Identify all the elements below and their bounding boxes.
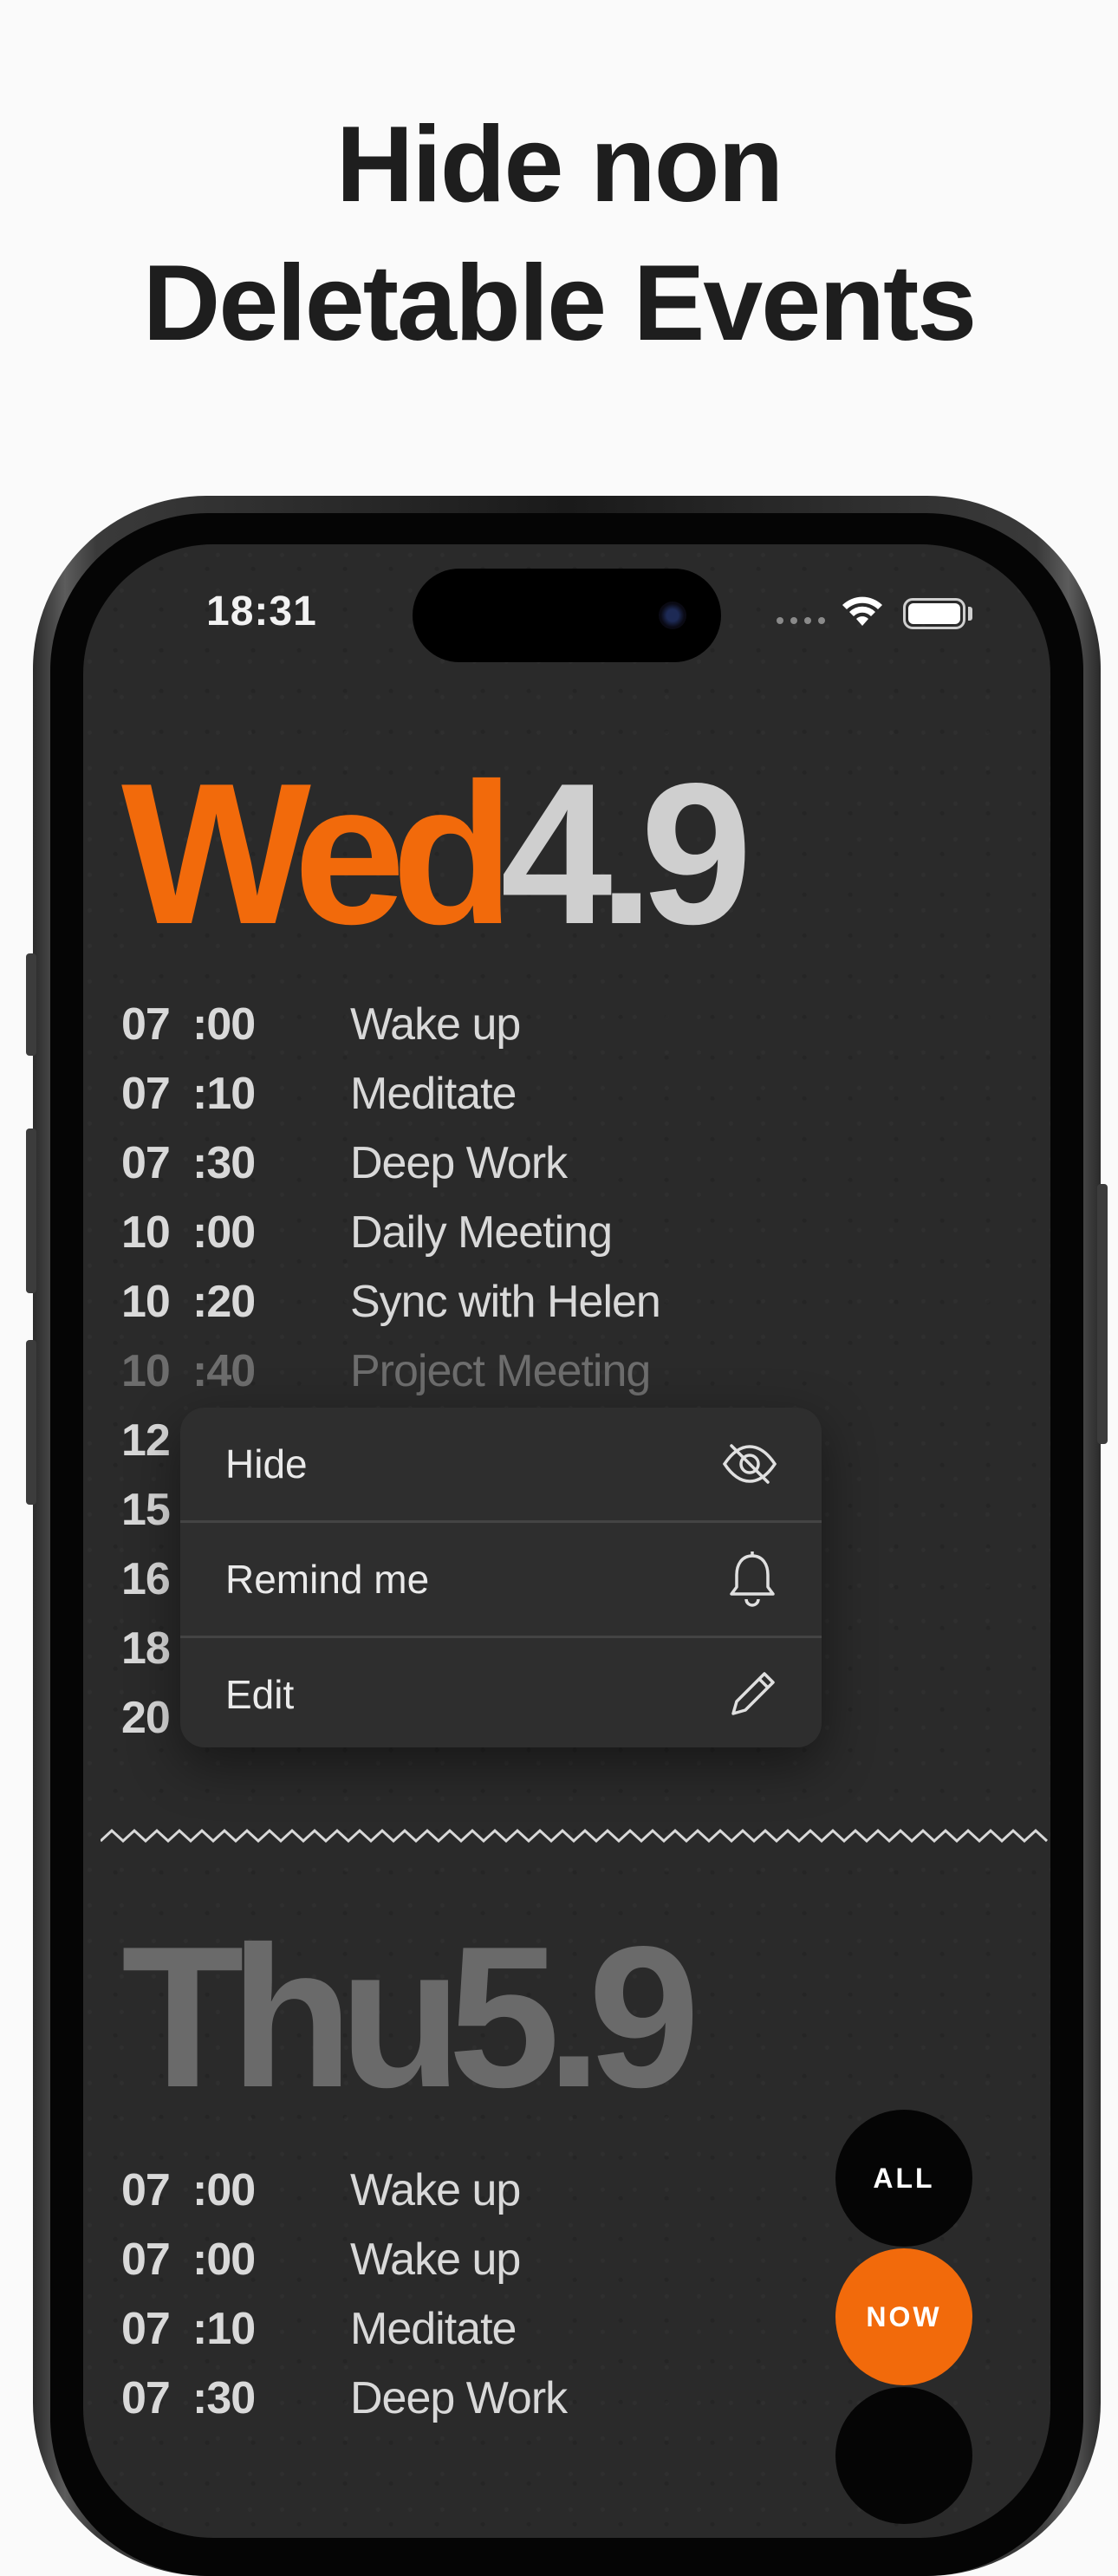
filter-all-button[interactable]: ALL	[835, 2110, 972, 2247]
event-minute: :00	[192, 2234, 256, 2285]
event-row[interactable]: 07 :00 Wake up	[121, 2234, 901, 2294]
extra-fab-button[interactable]	[835, 2387, 972, 2524]
event-minute: :30	[192, 1138, 256, 1188]
event-minute: :00	[192, 2165, 256, 2215]
day-separator-zigzag	[101, 1828, 1049, 1844]
bell-icon	[730, 1551, 775, 1607]
event-title: Project Meeting	[350, 1346, 651, 1396]
event-hour: 10	[121, 1277, 171, 1327]
action-button	[26, 953, 36, 1056]
event-hour: 07	[121, 2165, 171, 2215]
headline-line-2: Deletable Events	[142, 244, 977, 363]
jump-now-button[interactable]: NOW	[835, 2248, 972, 2385]
event-hour: 16	[121, 1554, 171, 1604]
event-context-menu: Hide Remind me Edit	[180, 1408, 822, 1747]
event-title: Wake up	[350, 2165, 521, 2215]
menu-item-label: Remind me	[225, 1557, 430, 1602]
menu-item-remind[interactable]: Remind me	[180, 1523, 822, 1636]
event-row[interactable]: 10 :40 Project Meeting	[121, 1345, 901, 1406]
event-row[interactable]: 07 :10 Meditate	[121, 1068, 901, 1129]
event-hour: 15	[121, 1485, 171, 1535]
signal-dots-icon	[777, 617, 825, 624]
day-name: Wed	[121, 742, 515, 966]
volume-down-button	[26, 1340, 36, 1505]
event-minute: :20	[192, 1277, 256, 1327]
event-row[interactable]: 10 :20 Sync with Helen	[121, 1276, 901, 1337]
event-title: Deep Work	[350, 2373, 568, 2423]
battery-tip	[968, 607, 972, 621]
event-hour: 18	[121, 1623, 171, 1674]
event-title: Meditate	[350, 1069, 517, 1119]
event-row[interactable]: 07 :30 Deep Work	[121, 1137, 901, 1198]
pencil-icon	[731, 1672, 775, 1715]
event-minute: :00	[192, 1207, 256, 1258]
event-title: Deep Work	[350, 1138, 568, 1188]
event-hour: 07	[121, 2304, 171, 2354]
event-title: Sync with Helen	[350, 1277, 661, 1327]
status-time: 18:31	[206, 589, 317, 634]
event-hour: 07	[121, 2373, 171, 2423]
event-hour: 10	[121, 1346, 171, 1396]
headline-line-1: Hide non	[335, 105, 783, 224]
menu-item-label: Edit	[225, 1672, 295, 1717]
event-hour: 07	[121, 2234, 171, 2285]
menu-item-edit[interactable]: Edit	[180, 1638, 822, 1747]
headline: Hide non Deletable Events	[0, 95, 1118, 373]
event-minute: :10	[192, 1069, 256, 1119]
day-header-thu[interactable]: Thu5.9	[121, 1917, 700, 2118]
wifi-icon	[842, 596, 882, 626]
event-row[interactable]: 07 :30 Deep Work	[121, 2372, 901, 2433]
event-title: Wake up	[350, 999, 521, 1050]
event-minute: :10	[192, 2304, 256, 2354]
event-row[interactable]: 07 :10 Meditate	[121, 2303, 901, 2364]
event-hour: 07	[121, 1138, 171, 1188]
event-minute: :00	[192, 999, 256, 1050]
battery-icon	[903, 598, 965, 629]
power-button	[1097, 1184, 1108, 1444]
day-date: 5.9	[448, 1905, 699, 2130]
event-title: Meditate	[350, 2304, 517, 2354]
event-title: Wake up	[350, 2234, 521, 2285]
event-row[interactable]: 07 :00 Wake up	[121, 2164, 901, 2225]
day-header-wed[interactable]: Wed4.9	[121, 754, 752, 955]
volume-up-button	[26, 1129, 36, 1293]
event-hour: 10	[121, 1207, 171, 1258]
event-row[interactable]: 07 :00 Wake up	[121, 999, 901, 1059]
event-row[interactable]: 10 :00 Daily Meeting	[121, 1207, 901, 1267]
event-minute: :40	[192, 1346, 256, 1396]
eye-slash-icon	[722, 1444, 777, 1484]
event-title: Daily Meeting	[350, 1207, 613, 1258]
event-hour: 07	[121, 999, 171, 1050]
day-name: Thu	[121, 1905, 462, 2130]
menu-item-label: Hide	[225, 1441, 308, 1486]
event-hour: 20	[121, 1693, 171, 1743]
event-minute: :30	[192, 2373, 256, 2423]
event-hour: 07	[121, 1069, 171, 1119]
front-camera	[659, 602, 686, 629]
event-hour: 12	[121, 1415, 171, 1466]
menu-item-hide[interactable]: Hide	[180, 1408, 822, 1520]
day-date: 4.9	[500, 742, 752, 966]
